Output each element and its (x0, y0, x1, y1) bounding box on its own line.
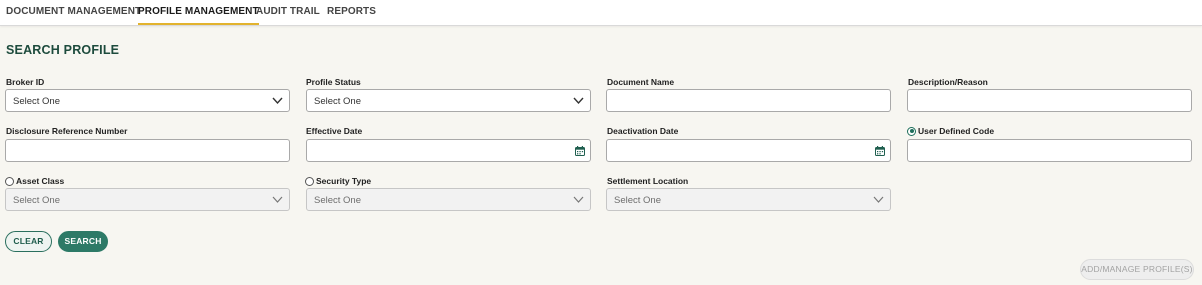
add-manage-profiles-button[interactable]: ADD/MANAGE PROFILE(S) (1080, 259, 1194, 280)
broker-id-select[interactable]: Select One (5, 89, 290, 112)
profile-status-select[interactable]: Select One (306, 89, 591, 112)
profile-status-label: Profile Status (306, 77, 361, 87)
disclosure-reference-number-input[interactable] (5, 139, 290, 162)
profile-status-value: Select One (314, 96, 361, 107)
broker-id-value: Select One (13, 96, 60, 107)
security-type-select[interactable]: Select One (306, 188, 591, 211)
document-name-input[interactable] (606, 89, 891, 112)
deactivation-date-label-text: Deactivation Date (607, 126, 679, 136)
settlement-location-label-text: Settlement Location (607, 176, 689, 186)
document-name-label-text: Document Name (607, 77, 675, 87)
chevron-down-icon (272, 97, 283, 105)
tab-reports[interactable]: REPORTS (327, 0, 376, 25)
security-type-label: Security Type (305, 176, 371, 186)
security-type-value: Select One (314, 195, 361, 206)
search-button[interactable]: SEARCH (58, 231, 108, 252)
chevron-down-icon (573, 196, 584, 203)
security-type-label-text: Security Type (316, 176, 372, 186)
asset-class-radio[interactable] (5, 176, 14, 186)
user-defined-code-label-text: User Defined Code (918, 126, 995, 136)
deactivation-date-input[interactable] (606, 139, 891, 162)
effective-date-input[interactable] (306, 139, 591, 162)
document-name-label: Document Name (607, 77, 674, 87)
profile-status-label-text: Profile Status (306, 77, 361, 87)
settlement-location-label: Settlement Location (607, 176, 688, 186)
description-reason-input[interactable] (907, 89, 1192, 112)
chevron-down-icon (272, 196, 283, 203)
page-title: SEARCH PROFILE (6, 43, 120, 57)
deactivation-date-label: Deactivation Date (607, 126, 678, 136)
security-type-radio[interactable] (305, 176, 314, 186)
top-navigation: DOCUMENT MANAGEMENT PROFILE MANAGEMENT A… (0, 0, 1202, 26)
broker-id-label-text: Broker ID (6, 77, 45, 87)
calendar-icon[interactable] (875, 146, 885, 156)
chevron-down-icon (873, 196, 884, 203)
user-defined-code-radio[interactable] (907, 126, 916, 136)
tab-document-management[interactable]: DOCUMENT MANAGEMENT (6, 0, 141, 25)
asset-class-value: Select One (13, 195, 60, 206)
settlement-location-value: Select One (614, 195, 661, 206)
asset-class-select[interactable]: Select One (5, 188, 290, 211)
asset-class-label: Asset Class (5, 176, 64, 186)
description-reason-label: Description/Reason (908, 77, 988, 87)
effective-date-label-text: Effective Date (306, 126, 363, 136)
tab-audit-trail[interactable]: AUDIT TRAIL (256, 0, 320, 25)
disclosure-reference-number-label-text: Disclosure Reference Number (6, 126, 128, 136)
user-defined-code-label: User Defined Code (907, 126, 994, 136)
broker-id-label: Broker ID (6, 77, 44, 87)
chevron-down-icon (573, 97, 584, 105)
effective-date-label: Effective Date (306, 126, 362, 136)
description-reason-label-text: Description/Reason (908, 77, 988, 87)
calendar-icon[interactable] (575, 146, 585, 156)
clear-button[interactable]: CLEAR (5, 231, 52, 252)
user-defined-code-input[interactable] (907, 139, 1192, 162)
settlement-location-select[interactable]: Select One (606, 188, 891, 211)
tab-profile-management[interactable]: PROFILE MANAGEMENT (138, 0, 259, 25)
asset-class-label-text: Asset Class (16, 176, 65, 186)
disclosure-reference-number-label: Disclosure Reference Number (6, 126, 127, 136)
